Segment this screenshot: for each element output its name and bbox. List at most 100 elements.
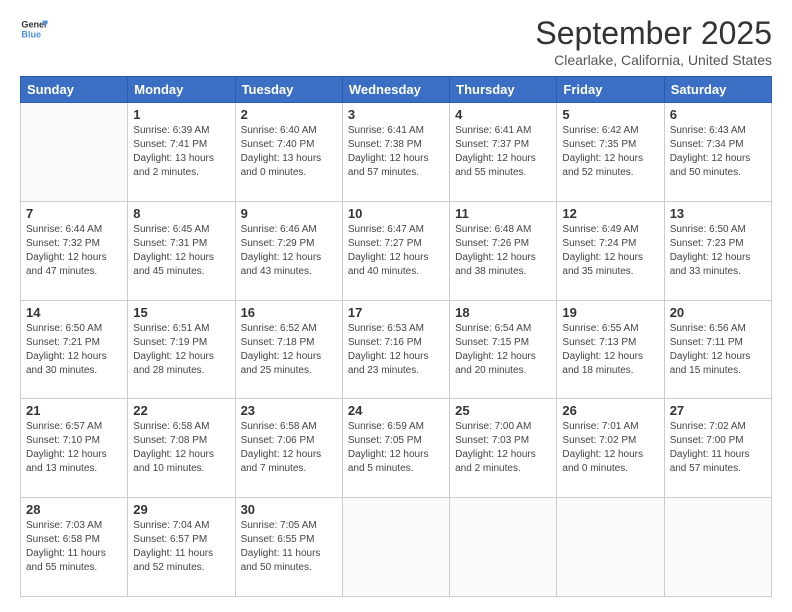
day-cell: 8 Sunrise: 6:45 AM Sunset: 7:31 PM Daylig… [128,201,235,300]
day-info: Sunrise: 6:53 AM Sunset: 7:16 PM Dayligh… [348,322,444,378]
day-info: Sunrise: 6:50 AM Sunset: 7:23 PM Dayligh… [670,223,766,279]
week-row-2: 7 Sunrise: 6:44 AM Sunset: 7:32 PM Daylig… [21,201,772,300]
weekday-header-friday: Friday [557,77,664,103]
weekday-header-wednesday: Wednesday [342,77,449,103]
day-info: Sunrise: 6:41 AM Sunset: 7:38 PM Dayligh… [348,124,444,180]
day-number: 10 [348,206,444,221]
day-cell: 17 Sunrise: 6:53 AM Sunset: 7:16 PM Dayli… [342,300,449,399]
day-cell: 19Sunrise: 6:55 AM Sunset: 7:13 PM Dayli… [557,300,664,399]
day-info: Sunrise: 6:51 AM Sunset: 7:19 PM Dayligh… [133,322,229,378]
day-cell: 23 Sunrise: 6:58 AM Sunset: 7:06 PM Dayli… [235,399,342,498]
day-info: Sunrise: 7:04 AM Sunset: 6:57 PM Dayligh… [133,519,229,575]
day-cell: 15 Sunrise: 6:51 AM Sunset: 7:19 PM Dayli… [128,300,235,399]
day-info: Sunrise: 6:39 AM Sunset: 7:41 PM Dayligh… [133,124,229,180]
day-number: 3 [348,107,444,122]
day-number: 23 [241,403,337,418]
day-info: Sunrise: 6:47 AM Sunset: 7:27 PM Dayligh… [348,223,444,279]
day-info: Sunrise: 6:55 AM Sunset: 7:13 PM Dayligh… [562,322,658,378]
day-info: Sunrise: 7:03 AM Sunset: 6:58 PM Dayligh… [26,519,122,575]
logo: General Blue [20,15,48,43]
day-number: 9 [241,206,337,221]
day-info: Sunrise: 6:57 AM Sunset: 7:10 PM Dayligh… [26,420,122,476]
day-cell [664,498,771,597]
day-info: Sunrise: 6:58 AM Sunset: 7:06 PM Dayligh… [241,420,337,476]
day-cell: 22Sunrise: 6:58 AM Sunset: 7:08 PM Dayli… [128,399,235,498]
day-number: 29 [133,502,229,517]
day-number: 18 [455,305,551,320]
day-info: Sunrise: 7:02 AM Sunset: 7:00 PM Dayligh… [670,420,766,476]
logo-icon: General Blue [20,15,48,43]
title-block: September 2025 Clearlake, California, Un… [535,15,772,68]
day-number: 24 [348,403,444,418]
day-info: Sunrise: 7:05 AM Sunset: 6:55 PM Dayligh… [241,519,337,575]
day-cell: 2Sunrise: 6:40 AM Sunset: 7:40 PM Daylig… [235,103,342,202]
day-number: 14 [26,305,122,320]
day-number: 26 [562,403,658,418]
day-cell [21,103,128,202]
day-info: Sunrise: 6:45 AM Sunset: 7:31 PM Dayligh… [133,223,229,279]
day-info: Sunrise: 6:56 AM Sunset: 7:11 PM Dayligh… [670,322,766,378]
day-info: Sunrise: 6:48 AM Sunset: 7:26 PM Dayligh… [455,223,551,279]
day-info: Sunrise: 7:01 AM Sunset: 7:02 PM Dayligh… [562,420,658,476]
day-cell: 10 Sunrise: 6:47 AM Sunset: 7:27 PM Dayli… [342,201,449,300]
day-number: 1 [133,107,229,122]
day-cell: 29 Sunrise: 7:04 AM Sunset: 6:57 PM Dayli… [128,498,235,597]
day-number: 7 [26,206,122,221]
week-row-1: 1 Sunrise: 6:39 AM Sunset: 7:41 PM Daylig… [21,103,772,202]
day-cell: 28 Sunrise: 7:03 AM Sunset: 6:58 PM Dayli… [21,498,128,597]
day-number: 21 [26,403,122,418]
day-cell: 25 Sunrise: 7:00 AM Sunset: 7:03 PM Dayli… [450,399,557,498]
day-number: 8 [133,206,229,221]
day-info: Sunrise: 6:54 AM Sunset: 7:15 PM Dayligh… [455,322,551,378]
day-info: Sunrise: 6:58 AM Sunset: 7:08 PM Dayligh… [133,420,229,476]
day-info: Sunrise: 6:59 AM Sunset: 7:05 PM Dayligh… [348,420,444,476]
day-cell: 20 Sunrise: 6:56 AM Sunset: 7:11 PM Dayli… [664,300,771,399]
day-cell: 27Sunrise: 7:02 AM Sunset: 7:00 PM Dayli… [664,399,771,498]
day-number: 4 [455,107,551,122]
day-info: Sunrise: 6:40 AM Sunset: 7:40 PM Dayligh… [241,124,337,180]
day-cell: 9 Sunrise: 6:46 AM Sunset: 7:29 PM Daylig… [235,201,342,300]
calendar-table: SundayMondayTuesdayWednesdayThursdayFrid… [20,76,772,597]
day-cell [450,498,557,597]
day-info: Sunrise: 6:43 AM Sunset: 7:34 PM Dayligh… [670,124,766,180]
week-row-3: 14 Sunrise: 6:50 AM Sunset: 7:21 PM Dayli… [21,300,772,399]
day-number: 6 [670,107,766,122]
day-number: 16 [241,305,337,320]
day-number: 28 [26,502,122,517]
day-number: 17 [348,305,444,320]
day-info: Sunrise: 7:00 AM Sunset: 7:03 PM Dayligh… [455,420,551,476]
day-cell: 16 Sunrise: 6:52 AM Sunset: 7:18 PM Dayli… [235,300,342,399]
day-cell: 30 Sunrise: 7:05 AM Sunset: 6:55 PM Dayli… [235,498,342,597]
svg-text:Blue: Blue [21,29,41,39]
day-number: 25 [455,403,551,418]
day-info: Sunrise: 6:50 AM Sunset: 7:21 PM Dayligh… [26,322,122,378]
day-cell: 1 Sunrise: 6:39 AM Sunset: 7:41 PM Daylig… [128,103,235,202]
weekday-header-monday: Monday [128,77,235,103]
day-number: 5 [562,107,658,122]
day-cell: 11 Sunrise: 6:48 AM Sunset: 7:26 PM Dayli… [450,201,557,300]
weekday-header-saturday: Saturday [664,77,771,103]
day-number: 20 [670,305,766,320]
day-cell: 12Sunrise: 6:49 AM Sunset: 7:24 PM Dayli… [557,201,664,300]
day-cell [557,498,664,597]
month-title: September 2025 [535,15,772,52]
weekday-header-tuesday: Tuesday [235,77,342,103]
day-number: 30 [241,502,337,517]
day-info: Sunrise: 6:42 AM Sunset: 7:35 PM Dayligh… [562,124,658,180]
day-info: Sunrise: 6:46 AM Sunset: 7:29 PM Dayligh… [241,223,337,279]
day-cell: 14 Sunrise: 6:50 AM Sunset: 7:21 PM Dayli… [21,300,128,399]
day-number: 15 [133,305,229,320]
day-cell: 21 Sunrise: 6:57 AM Sunset: 7:10 PM Dayli… [21,399,128,498]
week-row-5: 28 Sunrise: 7:03 AM Sunset: 6:58 PM Dayli… [21,498,772,597]
day-cell: 4 Sunrise: 6:41 AM Sunset: 7:37 PM Daylig… [450,103,557,202]
day-number: 12 [562,206,658,221]
day-cell: 24 Sunrise: 6:59 AM Sunset: 7:05 PM Dayli… [342,399,449,498]
day-cell: 3 Sunrise: 6:41 AM Sunset: 7:38 PM Daylig… [342,103,449,202]
day-number: 13 [670,206,766,221]
day-info: Sunrise: 6:41 AM Sunset: 7:37 PM Dayligh… [455,124,551,180]
day-number: 11 [455,206,551,221]
weekday-header-sunday: Sunday [21,77,128,103]
week-row-4: 21 Sunrise: 6:57 AM Sunset: 7:10 PM Dayli… [21,399,772,498]
day-info: Sunrise: 6:52 AM Sunset: 7:18 PM Dayligh… [241,322,337,378]
day-info: Sunrise: 6:44 AM Sunset: 7:32 PM Dayligh… [26,223,122,279]
